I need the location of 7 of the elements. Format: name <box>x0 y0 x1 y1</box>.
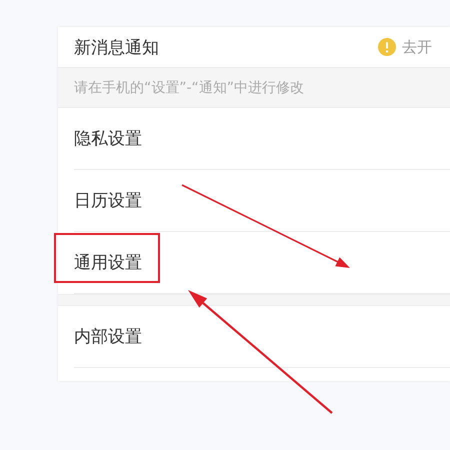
warning-icon <box>378 38 396 56</box>
hint-text: 请在手机的“设置”-“通知”中进行修改 <box>74 78 304 96</box>
settings-item[interactable]: 内部设置 <box>74 325 142 348</box>
setting-title: 新消息通知 <box>74 36 160 58</box>
settings-item[interactable]: 日历设置 <box>74 189 142 212</box>
settings-item[interactable]: 通用设置 <box>74 251 142 274</box>
settings-item[interactable]: 隐私设置 <box>74 127 142 150</box>
